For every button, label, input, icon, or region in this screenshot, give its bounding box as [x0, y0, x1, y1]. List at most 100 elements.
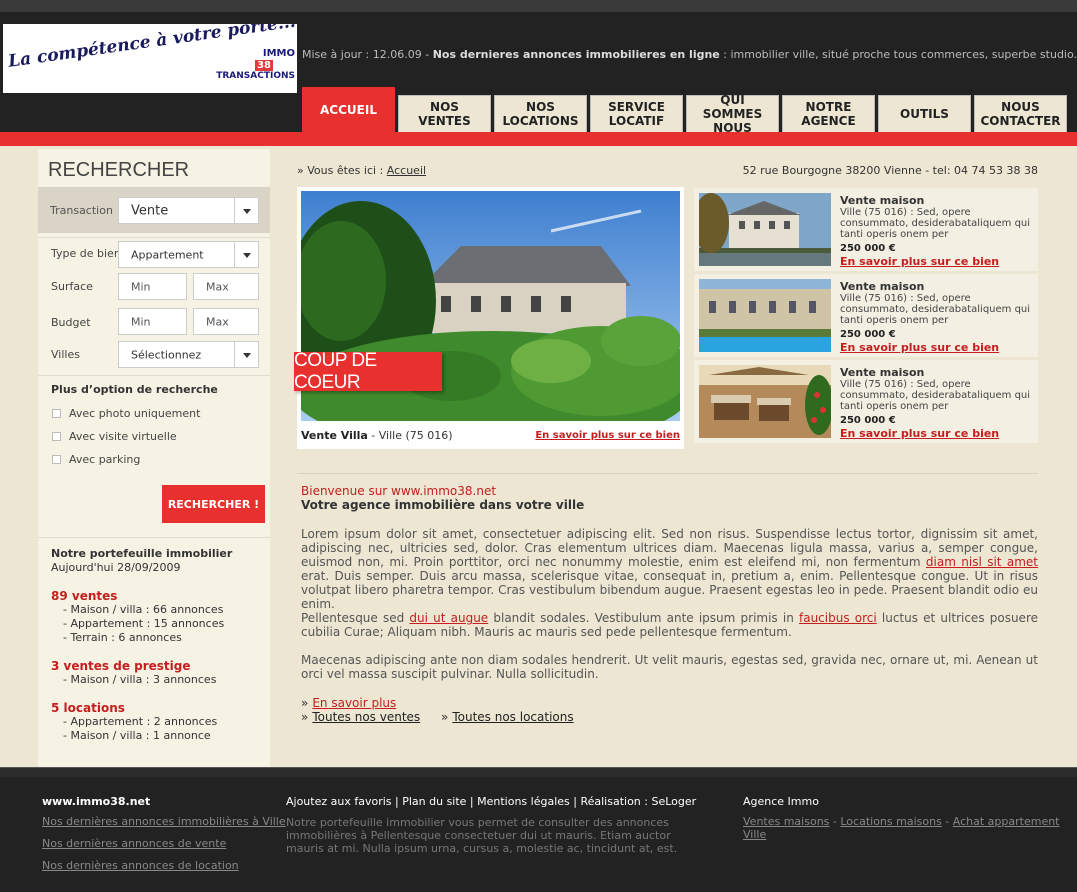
listing-more-link[interactable]: En savoir plus sur ce bien	[840, 341, 999, 354]
nav-accueil[interactable]: ACCUEIL	[302, 87, 395, 132]
listing-more-link[interactable]: En savoir plus sur ce bien	[840, 255, 999, 268]
option-visite-label[interactable]: Avec visite virtuelle	[69, 430, 177, 443]
footer-link[interactable]: Ventes maisons	[743, 815, 829, 828]
budget-min-input[interactable]: Min	[118, 308, 187, 335]
header-red-bar	[0, 132, 1077, 146]
breadcrumb-accueil-link[interactable]: Accueil	[387, 164, 426, 177]
chevron-right-icon: »	[301, 696, 309, 710]
featured-property[interactable]: Vente Villa - Ville (75 016) En savoir p…	[297, 187, 684, 449]
listing-price: 250 000 €	[840, 243, 896, 254]
listing-desc: Ville (75 016) : Sed, opere consummato, …	[840, 293, 1031, 326]
surface-label: Surface	[51, 280, 93, 293]
footer-menu[interactable]: Ajoutez aux favoris | Plan du site | Men…	[286, 795, 696, 808]
logo-immo: IMMO	[262, 48, 295, 59]
en-savoir-plus-link[interactable]: En savoir plus	[312, 696, 396, 710]
footer-text: Notre portefeuille immobilier vous perme…	[286, 816, 678, 855]
type-select[interactable]: Appartement	[118, 241, 259, 268]
list-item[interactable]: - Terrain : 6 annonces	[51, 631, 224, 645]
footer-link: Nos dernières annonces de location	[42, 859, 239, 872]
search-sidebar: RECHERCHER Transaction Vente Type de bie…	[38, 149, 270, 767]
budget-max-input[interactable]: Max	[193, 308, 259, 335]
prestige-count[interactable]: 3 ventes de prestige	[51, 659, 216, 673]
checkbox-visite[interactable]	[52, 432, 61, 441]
villes-label: Villes	[51, 348, 80, 361]
nav-notre-agence[interactable]: NOTRE AGENCE	[782, 95, 875, 133]
breadcrumb-chevron-icon: »	[297, 164, 304, 177]
option-photo-label[interactable]: Avec photo uniquement	[69, 407, 200, 420]
checkbox-parking[interactable]	[52, 455, 61, 464]
logo-house-icon: IMMO 38 TRANSACTIONS	[216, 40, 295, 88]
transaction-select[interactable]: Vente	[118, 197, 259, 224]
chevron-down-icon	[234, 342, 258, 367]
listing-card[interactable]: Vente maison Ville (75 016) : Sed, opere…	[694, 360, 1038, 443]
locations-count[interactable]: 5 locations	[51, 701, 217, 715]
nav-qui-sommes-nous[interactable]: QUI SOMMES NOUS	[686, 93, 779, 135]
all-ventes-row: » Toutes nos ventes	[301, 710, 420, 724]
search-button[interactable]: RECHERCHER !	[162, 485, 265, 523]
all-locations-row: » Toutes nos locations	[441, 710, 574, 724]
inline-link[interactable]: diam nisl sit amet	[926, 555, 1038, 569]
transaction-label: Transaction	[50, 204, 113, 217]
featured-more-link[interactable]: En savoir plus sur ce bien	[535, 430, 680, 441]
footer-link[interactable]: Locations maisons	[840, 815, 941, 828]
inline-link[interactable]: dui ut augue	[409, 611, 488, 625]
listing-more-link[interactable]: En savoir plus sur ce bien	[840, 427, 999, 440]
toutes-locations-link[interactable]: Toutes nos locations	[452, 710, 573, 724]
logo-transactions: TRANSACTIONS	[216, 71, 295, 81]
surface-max-input[interactable]: Max	[193, 273, 259, 300]
transaction-row: Transaction Vente	[38, 187, 270, 233]
footer-site: www.immo38.net	[42, 795, 151, 808]
list-item[interactable]: - Maison / villa : 3 annonces	[51, 673, 216, 687]
listing-card[interactable]: Vente maison Ville (75 016) : Sed, opere…	[694, 274, 1038, 357]
welcome-heading: Bienvenue sur www.immo38.net	[301, 484, 497, 498]
listing-photo[interactable]	[699, 193, 831, 266]
option-parking-label[interactable]: Avec parking	[69, 453, 140, 466]
list-item[interactable]: - Appartement : 15 annonces	[51, 617, 224, 631]
news-date: Mise à jour : 12.06.09 -	[302, 48, 433, 61]
content-divider	[297, 473, 1038, 474]
footer-link: Nos dernières annonces immobilières à Vi…	[42, 815, 286, 828]
chevron-down-icon	[234, 198, 258, 223]
coup-de-coeur-badge: COUP DE COEUR	[294, 350, 442, 393]
footer-agence: Agence Immo	[743, 795, 819, 808]
footer-link: Nos dernières annonces de vente	[42, 837, 227, 850]
list-item[interactable]: - Maison / villa : 1 annonce	[51, 729, 217, 743]
type-label: Type de bien	[51, 247, 121, 260]
nav-nos-locations[interactable]: NOS LOCATIONS	[494, 95, 587, 133]
list-item[interactable]: - Appartement : 2 annonces	[51, 715, 217, 729]
surface-min-input[interactable]: Min	[118, 273, 187, 300]
listing-price: 250 000 €	[840, 415, 896, 426]
nav-nos-ventes[interactable]: NOS VENTES	[398, 95, 491, 133]
ventes-count[interactable]: 89 ventes	[51, 589, 224, 603]
breadcrumb: » Vous êtes ici : Accueil	[297, 164, 427, 177]
listing-price: 250 000 €	[840, 329, 896, 340]
chevron-right-icon: »	[441, 710, 449, 724]
checkbox-photo[interactable]	[52, 409, 61, 418]
list-item[interactable]: - Maison / villa : 66 annonces	[51, 603, 224, 617]
chevron-right-icon: »	[301, 710, 309, 724]
logo[interactable]: La compétence à votre porte... IMMO 38 T…	[3, 24, 297, 93]
listing-card[interactable]: Vente maison Ville (75 016) : Sed, opere…	[694, 188, 1038, 271]
news-title[interactable]: Nos dernieres annonces immobilieres en l…	[433, 48, 720, 61]
nav-service-locatif[interactable]: SERVICE LOCATIF	[590, 95, 683, 133]
portfolio-title: Notre portefeuille immobilier	[51, 547, 233, 560]
nav-nous-contacter[interactable]: NOUS CONTACTER	[974, 95, 1067, 133]
more-link-row: » En savoir plus	[301, 696, 396, 710]
featured-caption: Vente Villa - Ville (75 016)	[301, 429, 453, 442]
nav-outils[interactable]: OUTILS	[878, 95, 971, 133]
listing-title: Vente maison	[840, 194, 925, 207]
main-nav: ACCUEIL NOS VENTES NOS LOCATIONS SERVICE LO…	[302, 87, 1067, 135]
inline-link[interactable]: faucibus orci	[799, 611, 877, 625]
agency-address: 52 rue Bourgogne 38200 Vienne - tel: 04 …	[742, 164, 1038, 177]
news-text: : immobilier ville, situé proche tous co…	[719, 48, 1077, 61]
top-strip	[0, 0, 1077, 12]
listing-photo[interactable]	[699, 279, 831, 352]
portfolio-ventes: 89 ventes - Maison / villa : 66 annonces…	[51, 589, 224, 645]
villes-select[interactable]: Sélectionnez	[118, 341, 259, 368]
portfolio-locations: 5 locations - Appartement : 2 annonces -…	[51, 701, 217, 743]
intro-paragraph-2: Pellentesque sed dui ut augue blandit so…	[301, 611, 1038, 639]
listing-desc: Ville (75 016) : Sed, opere consummato, …	[840, 379, 1031, 412]
listing-photo[interactable]	[699, 365, 831, 438]
toutes-ventes-link[interactable]: Toutes nos ventes	[312, 710, 420, 724]
news-ticker: Mise à jour : 12.06.09 - Nos dernieres a…	[302, 48, 1077, 61]
